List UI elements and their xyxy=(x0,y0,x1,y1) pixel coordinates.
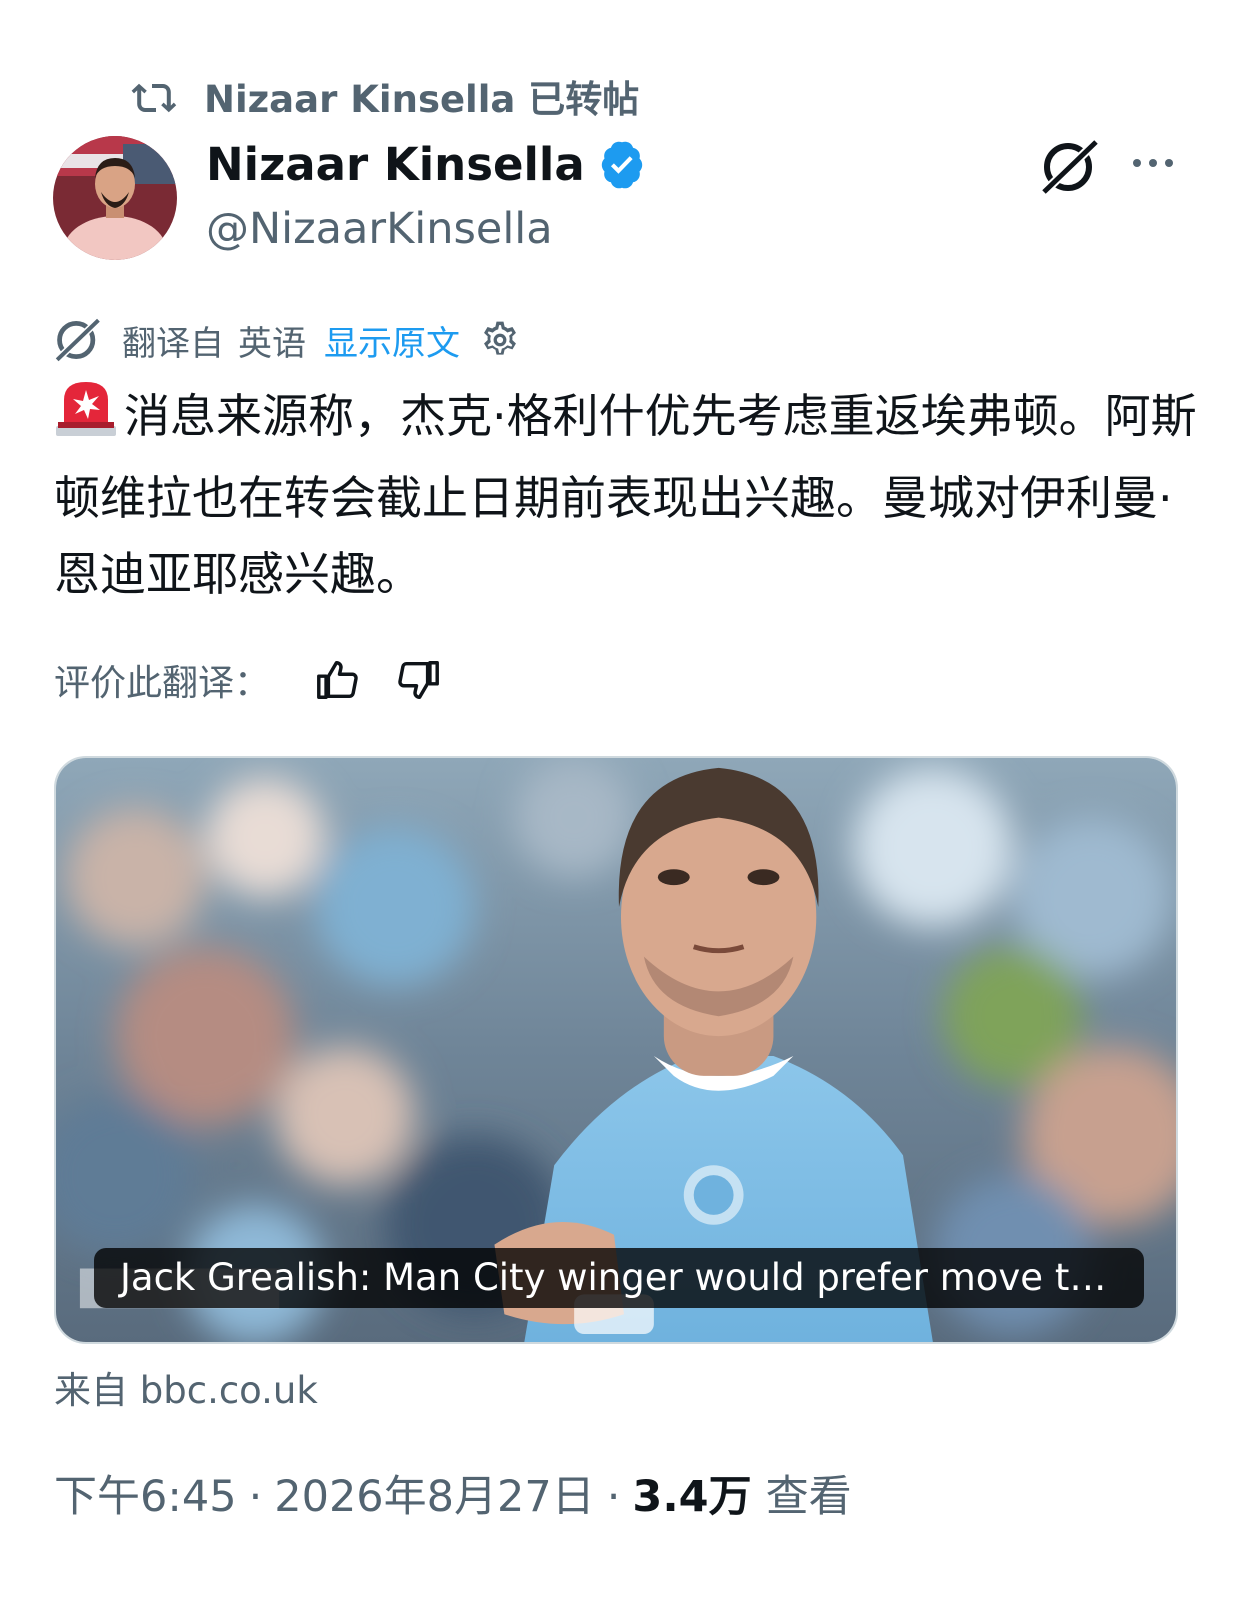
verified-badge-icon xyxy=(597,140,647,190)
rate-translation-row: 评价此翻译： xyxy=(54,654,442,706)
siren-emoji-icon xyxy=(54,378,118,460)
views-count: 3.4万 xyxy=(632,1472,752,1522)
retweet-label: Nizaar Kinsella 已转帖 xyxy=(204,78,640,121)
grok-icon[interactable] xyxy=(1038,138,1100,200)
show-original-link[interactable]: 显示原文 xyxy=(324,316,460,365)
rate-label: 评价此翻译： xyxy=(54,663,271,704)
thumbs-down-icon[interactable] xyxy=(396,657,442,703)
author-name: Nizaar Kinsella xyxy=(206,138,585,191)
tweet-meta: 下午6:45 · 2026年8月27日 · 3.4万 查看 xyxy=(54,1462,852,1524)
retweet-icon xyxy=(130,76,178,116)
retweet-header[interactable]: Nizaar Kinsella 已转帖 xyxy=(130,72,640,121)
meta-separator: · xyxy=(606,1472,621,1522)
thumbs-up-icon[interactable] xyxy=(314,657,360,703)
tweet-date[interactable]: 2026年8月27日 xyxy=(274,1462,595,1524)
translation-prefix: 翻译自 xyxy=(122,323,224,364)
tweet-body: 消息来源称，杰克·格利什优先考虑重返埃弗顿。阿斯顿维拉也在转会截止日期前表现出兴… xyxy=(54,389,1197,601)
tweet-text: 消息来源称，杰克·格利什优先考虑重返埃弗顿。阿斯顿维拉也在转会截止日期前表现出兴… xyxy=(54,378,1204,612)
views-label: 查看 xyxy=(765,1472,852,1522)
gear-icon[interactable] xyxy=(478,318,522,362)
meta-separator: · xyxy=(248,1472,263,1522)
translation-row: 翻译自 英语 显示原文 xyxy=(52,316,522,364)
card-headline: Jack Grealish: Man City winger would pre… xyxy=(94,1248,1144,1308)
more-icon[interactable] xyxy=(1130,148,1176,182)
grok-translate-icon xyxy=(52,317,102,363)
author-name-row[interactable]: Nizaar Kinsella xyxy=(206,138,647,191)
avatar[interactable] xyxy=(53,136,177,260)
author-handle[interactable]: @NizaarKinsella xyxy=(206,204,553,254)
translation-language: 英语 xyxy=(238,323,306,364)
card-source[interactable]: 来自 bbc.co.uk xyxy=(54,1360,318,1414)
tweet-time[interactable]: 下午6:45 xyxy=(54,1462,237,1524)
link-card[interactable]: Jack Grealish: Man City winger would pre… xyxy=(54,756,1178,1344)
